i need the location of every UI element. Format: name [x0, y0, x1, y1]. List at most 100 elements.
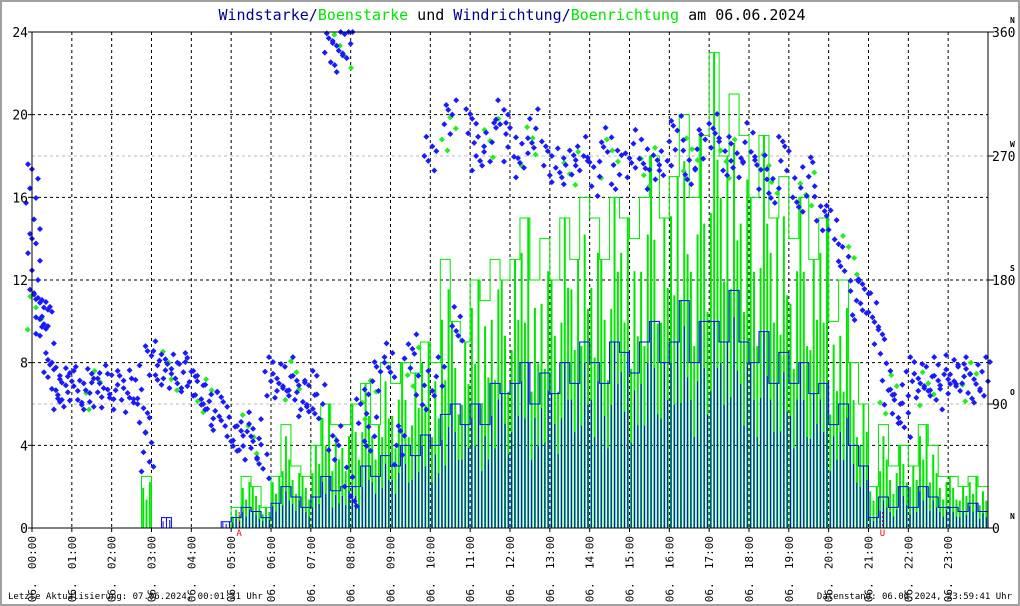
gust-direction-point	[774, 190, 781, 197]
direction-point	[656, 167, 663, 174]
y2-tick-label: 180	[992, 274, 1015, 289]
y-tick-label: 24	[12, 26, 28, 41]
x-tick-label: 06. 11:00	[464, 536, 477, 602]
direction-point	[180, 369, 187, 376]
gust-direction-point	[572, 181, 579, 188]
direction-point	[951, 356, 958, 363]
direction-point	[264, 451, 271, 458]
direction-point	[638, 136, 645, 143]
compass-direction-label: O	[1010, 388, 1015, 397]
direction-point	[755, 186, 762, 193]
direction-point	[495, 97, 502, 104]
y-tick-label: 16	[12, 191, 28, 206]
direction-point	[363, 410, 370, 417]
direction-point	[295, 413, 302, 420]
direction-point	[226, 414, 233, 421]
y-tick-label: 0	[20, 522, 28, 537]
direction-point	[222, 423, 229, 430]
gust-direction-point	[882, 410, 889, 417]
direction-point	[791, 175, 798, 182]
direction-point	[845, 253, 852, 260]
direction-point	[905, 392, 912, 399]
sun-marker-label: U	[880, 529, 885, 539]
direction-point	[361, 386, 368, 393]
compass-direction-label: N	[1010, 16, 1015, 25]
direction-point	[965, 389, 972, 396]
direction-point	[915, 387, 922, 394]
direction-point	[512, 134, 519, 141]
direction-point	[407, 365, 414, 372]
direction-point	[271, 394, 278, 401]
y-tick-label: 20	[12, 109, 28, 124]
gust-direction-point	[452, 125, 459, 132]
direction-point	[449, 323, 456, 330]
direction-point	[258, 441, 265, 448]
gust-direction-point	[967, 359, 974, 366]
direction-point	[730, 164, 737, 171]
direction-point	[98, 394, 105, 401]
direction-point	[136, 362, 143, 369]
direction-point	[660, 172, 667, 179]
x-tick-label: 06. 06:00	[265, 536, 278, 602]
last-update-text: Letzte Aktualisierung: 07.06.2024, 00:01…	[8, 592, 263, 602]
direction-point	[224, 403, 231, 410]
direction-point	[391, 374, 398, 381]
gust-direction-point	[609, 147, 616, 154]
gust-direction-point	[524, 124, 531, 131]
gust-direction-point	[85, 406, 92, 413]
direction-point	[777, 157, 784, 164]
direction-point	[666, 138, 673, 145]
direction-point	[158, 381, 165, 388]
direction-point	[264, 392, 271, 399]
direction-point	[178, 388, 185, 395]
direction-point	[534, 106, 541, 113]
direction-point	[632, 164, 639, 171]
direction-point	[381, 359, 388, 366]
direction-point	[497, 121, 504, 128]
direction-point	[883, 360, 890, 367]
direction-point	[877, 350, 884, 357]
gust-direction-point	[575, 148, 582, 155]
direction-point	[421, 153, 428, 159]
direction-point	[50, 340, 57, 347]
x-tick-label: 06. 16:00	[663, 536, 676, 602]
direction-point	[931, 354, 938, 361]
gust-direction-point	[851, 254, 858, 261]
direction-point	[102, 362, 109, 369]
direction-point	[576, 167, 583, 174]
x-tick-label: 06. 14:00	[584, 536, 597, 602]
direction-point	[899, 381, 906, 388]
direction-point	[74, 387, 81, 394]
direction-point	[36, 226, 43, 233]
direction-point	[572, 162, 579, 169]
direction-point	[702, 136, 709, 143]
direction-point	[246, 409, 253, 416]
y2-tick-label: 270	[992, 150, 1015, 165]
chart-image: Windstarke/Boenstarke und Windrichtung/B…	[0, 0, 1020, 606]
direction-point	[250, 425, 257, 432]
direction-point	[152, 338, 159, 345]
gust-direction-point	[694, 157, 701, 164]
direction-point	[726, 133, 733, 140]
direction-point	[538, 138, 545, 145]
direction-point	[811, 193, 818, 200]
direction-point	[473, 153, 480, 159]
direction-point	[797, 184, 804, 191]
direction-point	[871, 341, 878, 348]
direction-point	[819, 227, 826, 234]
direction-point	[841, 268, 848, 275]
direction-point	[256, 435, 263, 442]
direction-point	[658, 148, 665, 155]
direction-point	[401, 355, 408, 362]
direction-point	[610, 161, 617, 168]
direction-point	[624, 174, 631, 181]
direction-point	[686, 157, 693, 164]
direction-point	[146, 372, 153, 379]
direction-point	[433, 373, 440, 380]
direction-point	[34, 175, 41, 182]
direction-point	[134, 395, 141, 402]
direction-point	[44, 374, 51, 381]
direction-point	[321, 49, 328, 56]
direction-point	[447, 130, 454, 137]
direction-point	[512, 174, 519, 181]
